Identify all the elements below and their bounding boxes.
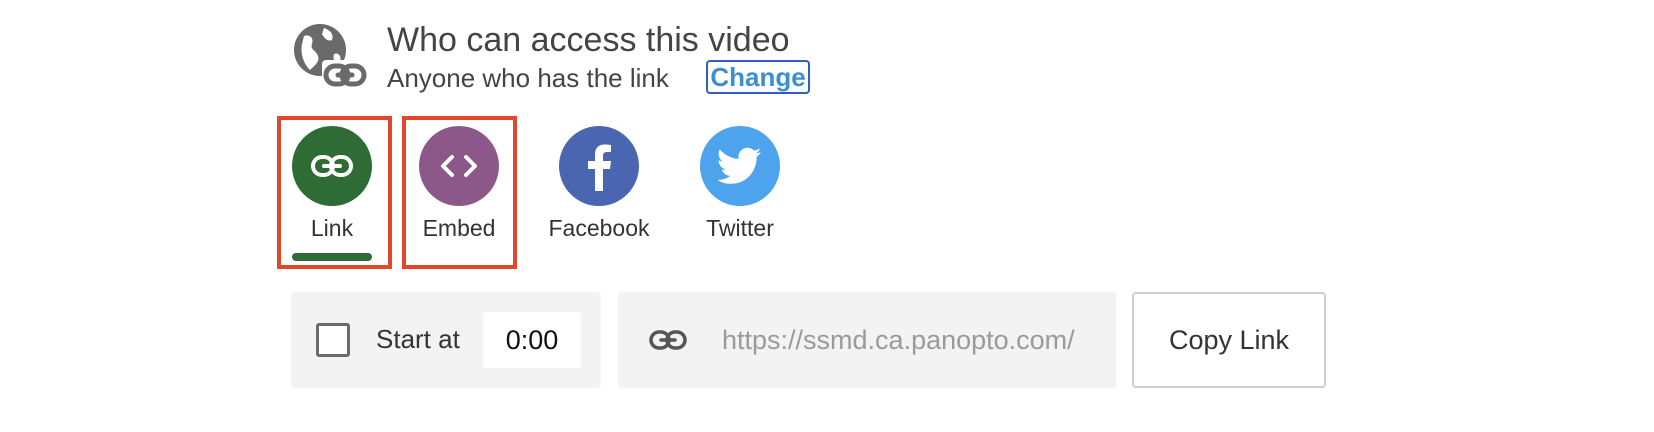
start-at-panel: Start at 0:00 (291, 292, 601, 388)
share-option-link[interactable]: Link (267, 126, 397, 261)
embed-share-circle (419, 126, 499, 206)
share-option-label: Embed (422, 215, 496, 241)
facebook-icon (588, 144, 611, 191)
globe-link-icon (294, 24, 368, 92)
change-access-link[interactable]: Change (706, 60, 810, 94)
link-icon (311, 155, 353, 177)
share-option-label: Twitter (706, 215, 774, 241)
share-option-label: Link (310, 215, 354, 241)
share-panel: Who can access this video Anyone who has… (0, 0, 1654, 432)
start-time-input[interactable]: 0:00 (483, 312, 581, 368)
twitter-icon (718, 147, 761, 184)
link-share-circle (292, 126, 372, 206)
copy-link-button[interactable]: Copy Link (1132, 292, 1326, 388)
share-option-embed[interactable]: Embed (394, 126, 524, 256)
share-option-label: Facebook (548, 215, 650, 241)
start-at-checkbox[interactable] (316, 323, 350, 357)
link-icon (649, 330, 687, 350)
access-subtitle: Anyone who has the link (387, 63, 669, 93)
share-option-twitter[interactable]: Twitter (675, 126, 805, 256)
share-url-field: https://ssmd.ca.panopto.com/ (618, 292, 1116, 388)
access-title: Who can access this video (387, 21, 790, 59)
facebook-share-circle (559, 126, 639, 206)
code-icon (441, 155, 477, 177)
start-at-label: Start at (376, 324, 460, 354)
share-url-input[interactable]: https://ssmd.ca.panopto.com/ (722, 322, 1102, 358)
share-option-facebook[interactable]: Facebook (534, 126, 664, 256)
twitter-share-circle (700, 126, 780, 206)
active-tab-indicator (292, 253, 372, 261)
